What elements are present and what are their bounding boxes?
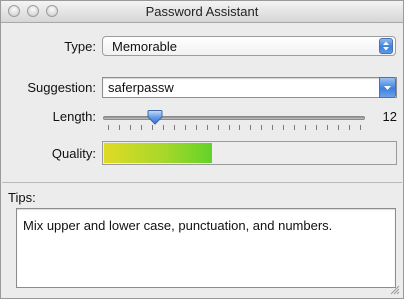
suggestion-combo[interactable]: saferpassw	[102, 77, 397, 98]
tips-box: Mix upper and lower case, punctuation, a…	[16, 208, 396, 288]
length-slider-track[interactable]	[103, 116, 365, 120]
slider-tick	[229, 125, 230, 130]
slider-tick	[218, 125, 219, 130]
length-label: Length:	[52, 109, 96, 124]
quality-meter-fill	[104, 143, 212, 163]
slider-tick	[196, 125, 197, 130]
combo-arrow-icon[interactable]	[379, 77, 396, 98]
slider-tick	[108, 125, 109, 130]
slider-tick	[338, 125, 339, 130]
slider-tick	[119, 125, 120, 130]
slider-tick	[349, 125, 350, 130]
slider-tick	[185, 125, 186, 130]
slider-tick	[261, 125, 262, 130]
slider-tick	[174, 125, 175, 130]
slider-tick	[294, 125, 295, 130]
type-label: Type:	[64, 39, 96, 54]
suggestion-value[interactable]: saferpassw	[108, 80, 174, 95]
slider-tick	[283, 125, 284, 130]
slider-tick	[305, 125, 306, 130]
slider-tick	[360, 125, 361, 130]
separator	[2, 182, 402, 183]
slider-tick	[163, 125, 164, 130]
slider-tick	[272, 125, 273, 130]
quality-label: Quality:	[51, 146, 96, 161]
slider-knob[interactable]	[147, 109, 163, 125]
slider-tick	[130, 125, 131, 130]
suggestion-label: Suggestion:	[27, 80, 96, 95]
password-assistant-window: Password Assistant Type: Memorable Sugge…	[0, 0, 404, 299]
type-popup[interactable]: Memorable	[102, 36, 396, 56]
slider-tick	[141, 125, 142, 130]
slider-tick	[152, 125, 153, 130]
quality-meter	[102, 141, 397, 165]
tips-text: Mix upper and lower case, punctuation, a…	[23, 218, 333, 233]
title-bar[interactable]: Password Assistant	[1, 1, 403, 23]
window-title: Password Assistant	[145, 4, 259, 19]
slider-tick	[207, 125, 208, 130]
type-value: Memorable	[112, 39, 178, 54]
resize-grip-icon[interactable]	[389, 284, 400, 295]
slider-tick	[239, 125, 240, 130]
popup-stepper-icon	[379, 38, 393, 54]
slider-tick	[327, 125, 328, 130]
tips-label: Tips:	[8, 190, 36, 205]
slider-tick	[316, 125, 317, 130]
length-slider-ticks	[108, 125, 361, 131]
length-value: 12	[382, 109, 397, 124]
slider-tick	[250, 125, 251, 130]
